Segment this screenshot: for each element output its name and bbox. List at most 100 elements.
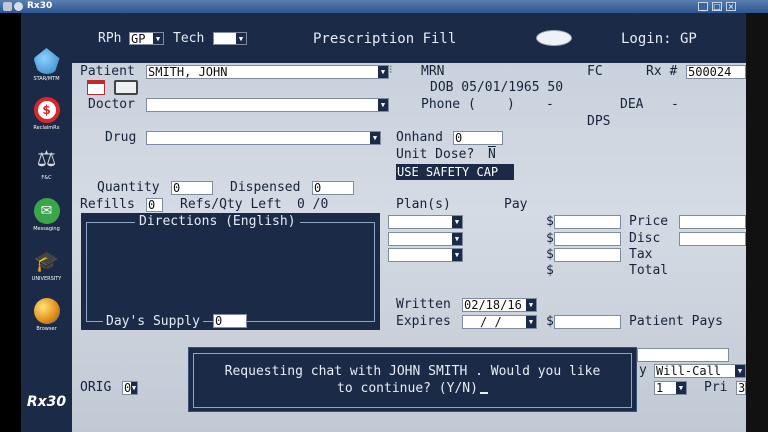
pay-currency-3: $ [546, 247, 554, 262]
surescripts-logo-icon [536, 30, 572, 46]
doctor-field[interactable]: ▼ [146, 98, 389, 112]
chevron-down-icon: ▼ [131, 382, 137, 394]
rx30-logo: Rx30 [26, 394, 67, 410]
login-status: Login: GP [621, 31, 697, 47]
sidebar-item-university[interactable]: 🎓 UNIVERSITY [21, 248, 72, 282]
quantity-fragment-select[interactable]: 1 ▼ [654, 381, 687, 395]
dea-dash: - [671, 97, 679, 112]
refills-label: Refills [80, 197, 135, 212]
plan-select-2[interactable]: ▼ [388, 232, 463, 246]
chevron-down-icon: ▼ [452, 233, 462, 245]
chevron-down-icon: ▼ [378, 99, 388, 111]
directions-panel[interactable]: Directions (English) Day's Supply 0 [81, 213, 380, 330]
window-menu-icon[interactable] [14, 2, 23, 11]
sidebar-item-star-mtm[interactable]: STAR/MTM [21, 48, 72, 82]
days-supply-label: Day's Supply [103, 314, 203, 329]
browser-icon [33, 298, 60, 324]
dialog-message: Requesting chat with JOHN SMITH . Would … [193, 353, 632, 408]
price-label: Price [629, 214, 669, 229]
total-label: Total [629, 263, 669, 278]
refills-field[interactable]: 0 [146, 198, 163, 212]
directions-title: Directions (English) [135, 214, 300, 229]
patient-pays-field[interactable] [554, 315, 621, 329]
sidebar-item-label: Messaging [33, 226, 60, 232]
dispensed-field[interactable]: 0 [312, 181, 354, 195]
directions-textarea[interactable] [86, 222, 375, 322]
mrn-label: MRN [421, 64, 445, 79]
header: RPh GP ▼ Tech ▼ Prescription Fill Login:… [72, 13, 746, 63]
calendar-icon[interactable] [87, 80, 105, 95]
chevron-down-icon: ▼ [236, 33, 246, 44]
dob-text: DOB 05/01/1965 50 [430, 80, 564, 95]
orig-label: ORIG [80, 380, 112, 395]
sidebar-item-fc[interactable]: ⚖ F&C [21, 147, 72, 181]
refs-left-label: Refs/Qty Left [180, 197, 282, 212]
messaging-icon: ✉ [33, 198, 60, 224]
rx-number-label: Rx # [646, 64, 678, 79]
expires-field[interactable]: / / ▼ [462, 315, 537, 329]
printer-icon[interactable] [114, 80, 138, 95]
maximize-button[interactable]: □ [712, 2, 722, 11]
price-field[interactable] [679, 215, 746, 229]
chat-request-dialog[interactable]: Requesting chat with JOHN SMITH . Would … [188, 347, 637, 412]
close-button[interactable]: × [726, 2, 736, 11]
quantity-field[interactable]: 0 [171, 181, 213, 195]
patient-field[interactable]: SMITH, JOHN ▼ [146, 65, 389, 79]
dps-label: DPS [587, 114, 611, 129]
plan-select-3[interactable]: ▼ [388, 248, 463, 262]
pay-label: Pay [504, 197, 528, 212]
pay-currency-1: $ [546, 214, 554, 229]
tech-label: Tech [173, 31, 205, 46]
sidebar-item-label: UNIVERSITY [31, 276, 62, 282]
sidebar-item-reclaimrx[interactable]: $ ReclaimRx [21, 97, 72, 131]
quantity-label: Quantity [97, 180, 160, 195]
chevron-down-icon: ▼ [526, 299, 536, 311]
phone-close-paren: ) [507, 97, 515, 112]
star-mtm-icon [33, 48, 60, 74]
rph-select[interactable]: GP ▼ [129, 32, 164, 45]
pay-field-1[interactable] [554, 215, 621, 229]
pay-field-2[interactable] [554, 232, 621, 246]
total-currency: $ [546, 263, 554, 278]
chevron-down-icon: ▼ [378, 66, 388, 78]
chevron-down-icon: ▼ [676, 382, 686, 394]
days-supply-field[interactable]: 0 [213, 314, 247, 328]
phone-dash: - [546, 97, 554, 112]
phone-label: Phone ( [421, 97, 476, 112]
sidebar: STAR/MTM $ ReclaimRx ⚖ F&C ✉ Messaging 🎓… [21, 13, 72, 432]
patient-pays-currency: $ [546, 314, 554, 329]
dialog-line-1: Requesting chat with JOHN SMITH . Would … [224, 364, 601, 379]
sidebar-item-browser[interactable]: Browser [21, 298, 72, 332]
chevron-down-icon: ▼ [526, 316, 536, 328]
chevron-down-icon: ▼ [452, 249, 462, 261]
rx-number-field[interactable]: 500024 [686, 65, 746, 79]
orig-select[interactable]: 0 ▼ [122, 381, 138, 395]
pay-currency-2: $ [546, 231, 554, 246]
written-field[interactable]: 02/18/16 ▼ [462, 298, 537, 312]
disc-field[interactable] [679, 232, 746, 246]
window-titlebar: Rx30 _ □ × [0, 0, 768, 13]
delivery-extra-field[interactable] [637, 348, 729, 362]
drug-field[interactable]: ▼ [146, 131, 381, 145]
minimize-button[interactable]: _ [698, 2, 708, 11]
plans-label: Plan(s) [396, 197, 451, 212]
tax-label: Tax [629, 247, 653, 262]
scales-icon: ⚖ [36, 147, 57, 172]
sidebar-item-messaging[interactable]: ✉ Messaging [21, 198, 72, 232]
input-cursor[interactable] [479, 392, 488, 394]
pay-field-3[interactable] [554, 248, 621, 262]
sidebar-item-label: ReclaimRx [33, 125, 60, 131]
patient-status-icon: ⁝ [389, 63, 393, 76]
plan-select-1[interactable]: ▼ [388, 215, 463, 229]
delivery-select[interactable]: Will-Call ▼ [654, 364, 746, 378]
reclaim-rx-icon: $ [33, 97, 60, 123]
tech-select[interactable]: ▼ [213, 32, 247, 45]
chevron-down-icon: ▼ [153, 33, 163, 44]
priority-field[interactable]: 3 [736, 381, 746, 395]
expires-label: Expires [396, 314, 451, 329]
refs-left-value: 0 /0 [297, 197, 329, 212]
onhand-field[interactable]: 0 [453, 131, 503, 145]
unit-dose-field[interactable]: N [488, 147, 496, 162]
fc-label: FC [587, 64, 603, 79]
app-menu-icon[interactable] [3, 2, 12, 11]
